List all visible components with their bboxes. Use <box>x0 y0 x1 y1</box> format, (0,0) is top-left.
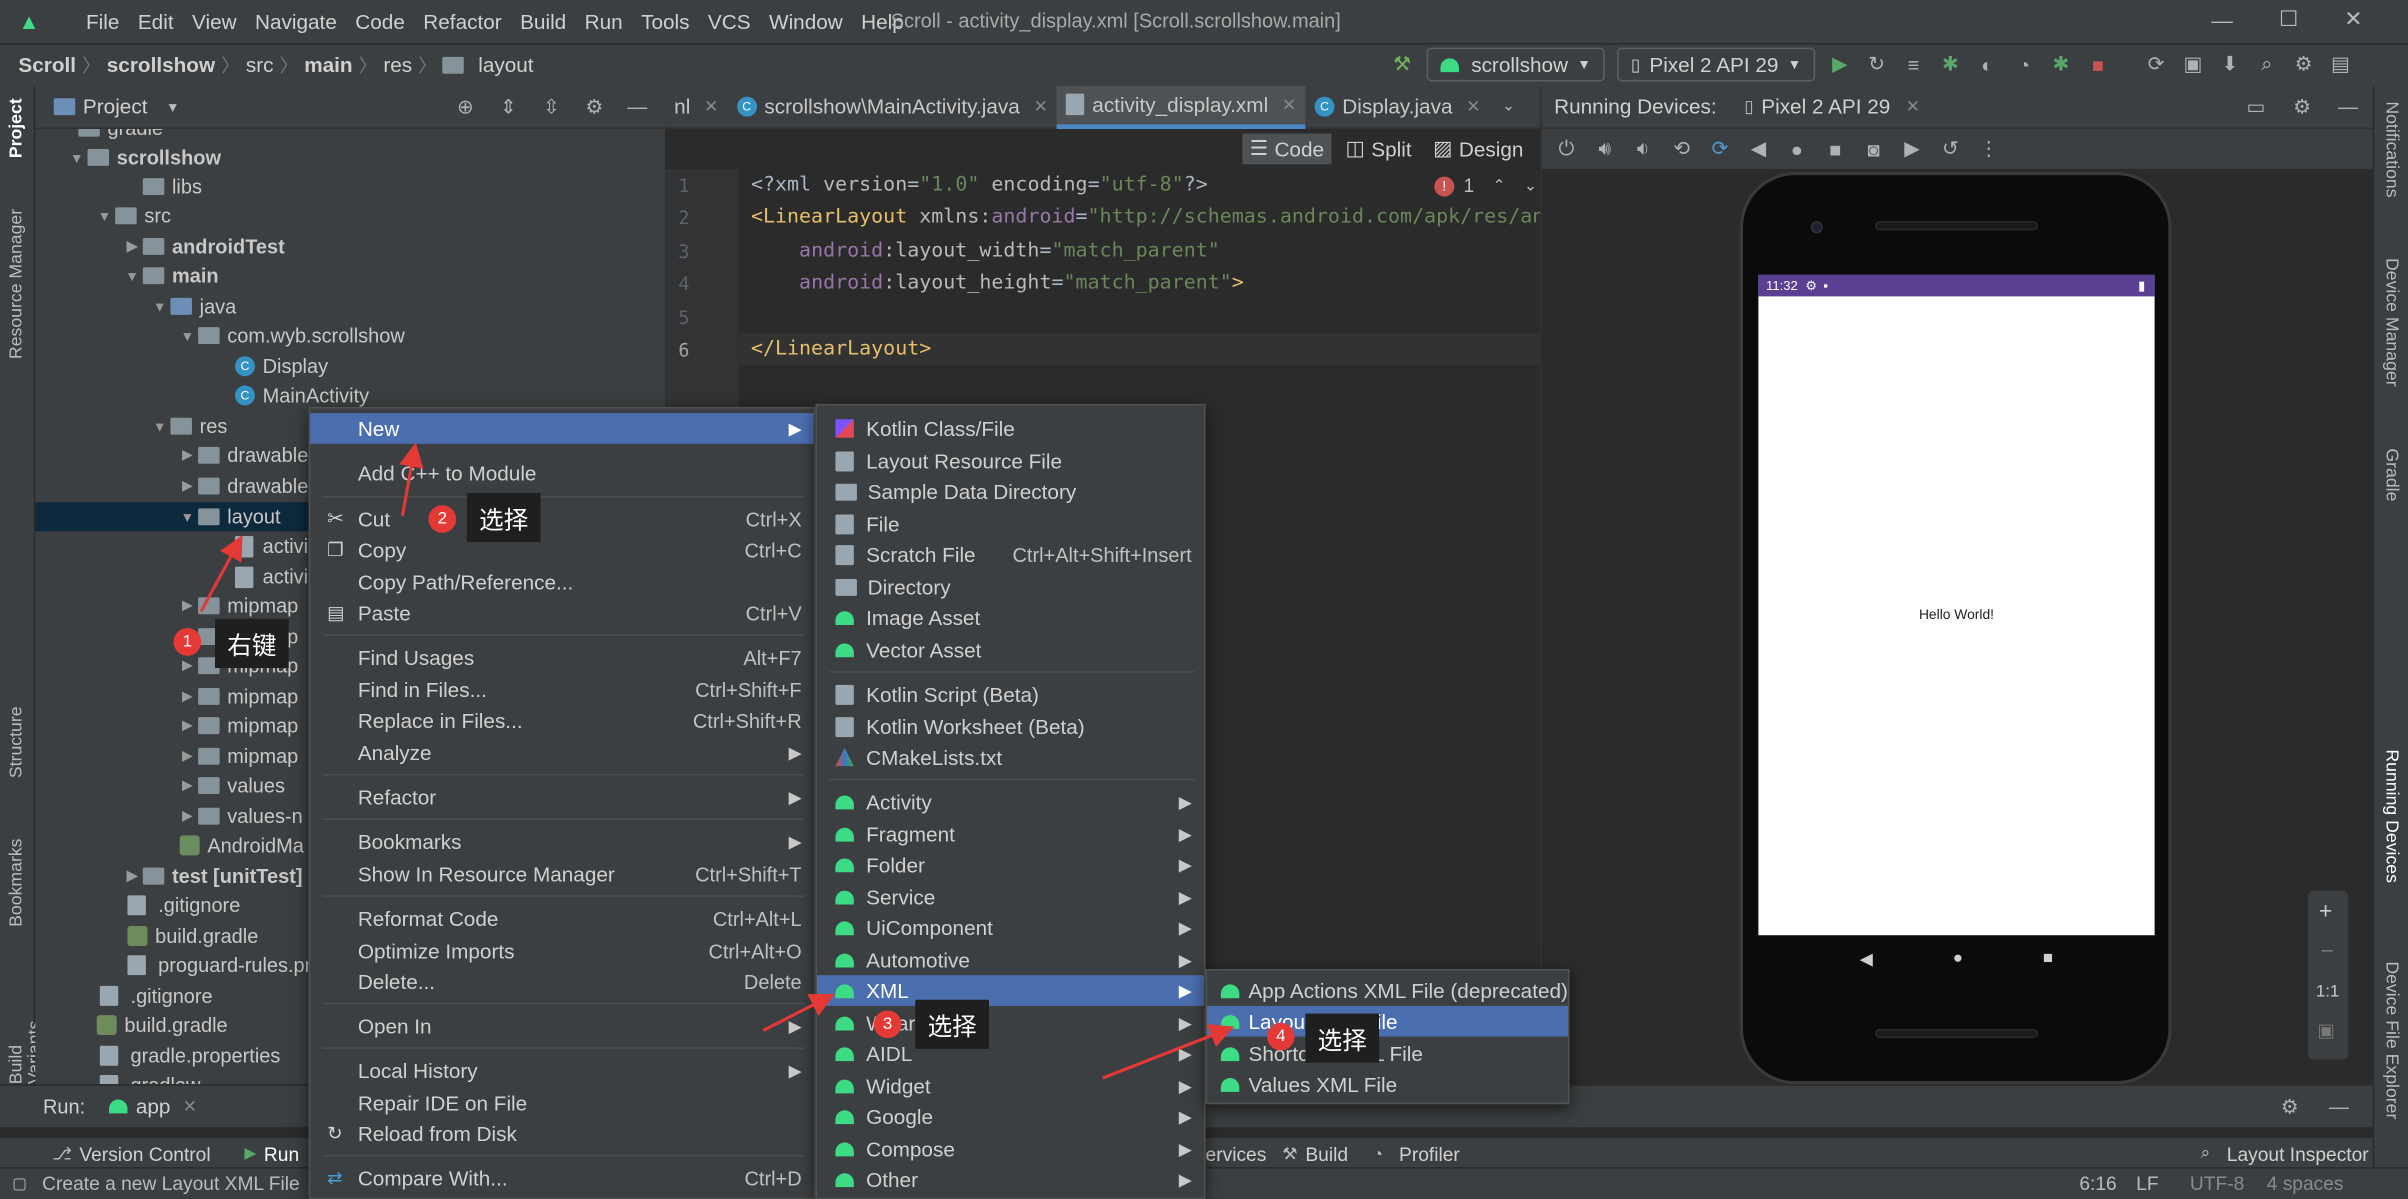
annotation-arrow-3 <box>762 993 835 1032</box>
annotation-badge-2: 2 <box>428 505 457 533</box>
annotation-arrows <box>199 442 1235 1080</box>
annotation-arrow-2 <box>399 442 424 517</box>
annotation-badge-4: 4 <box>1266 1022 1295 1051</box>
annotation-badge-3: 3 <box>873 1010 902 1039</box>
annotation-callout-1: 右键 <box>214 618 289 669</box>
annotation-badge-1: 1 <box>173 628 202 656</box>
annotation-callout-4: 选择 <box>1305 1013 1380 1063</box>
annotation-callout-3: 选择 <box>915 999 990 1049</box>
annotation-callout-2: 选择 <box>466 492 541 543</box>
annotation-arrow-1 <box>199 535 243 612</box>
annotation-arrow-4 <box>1102 1024 1235 1080</box>
